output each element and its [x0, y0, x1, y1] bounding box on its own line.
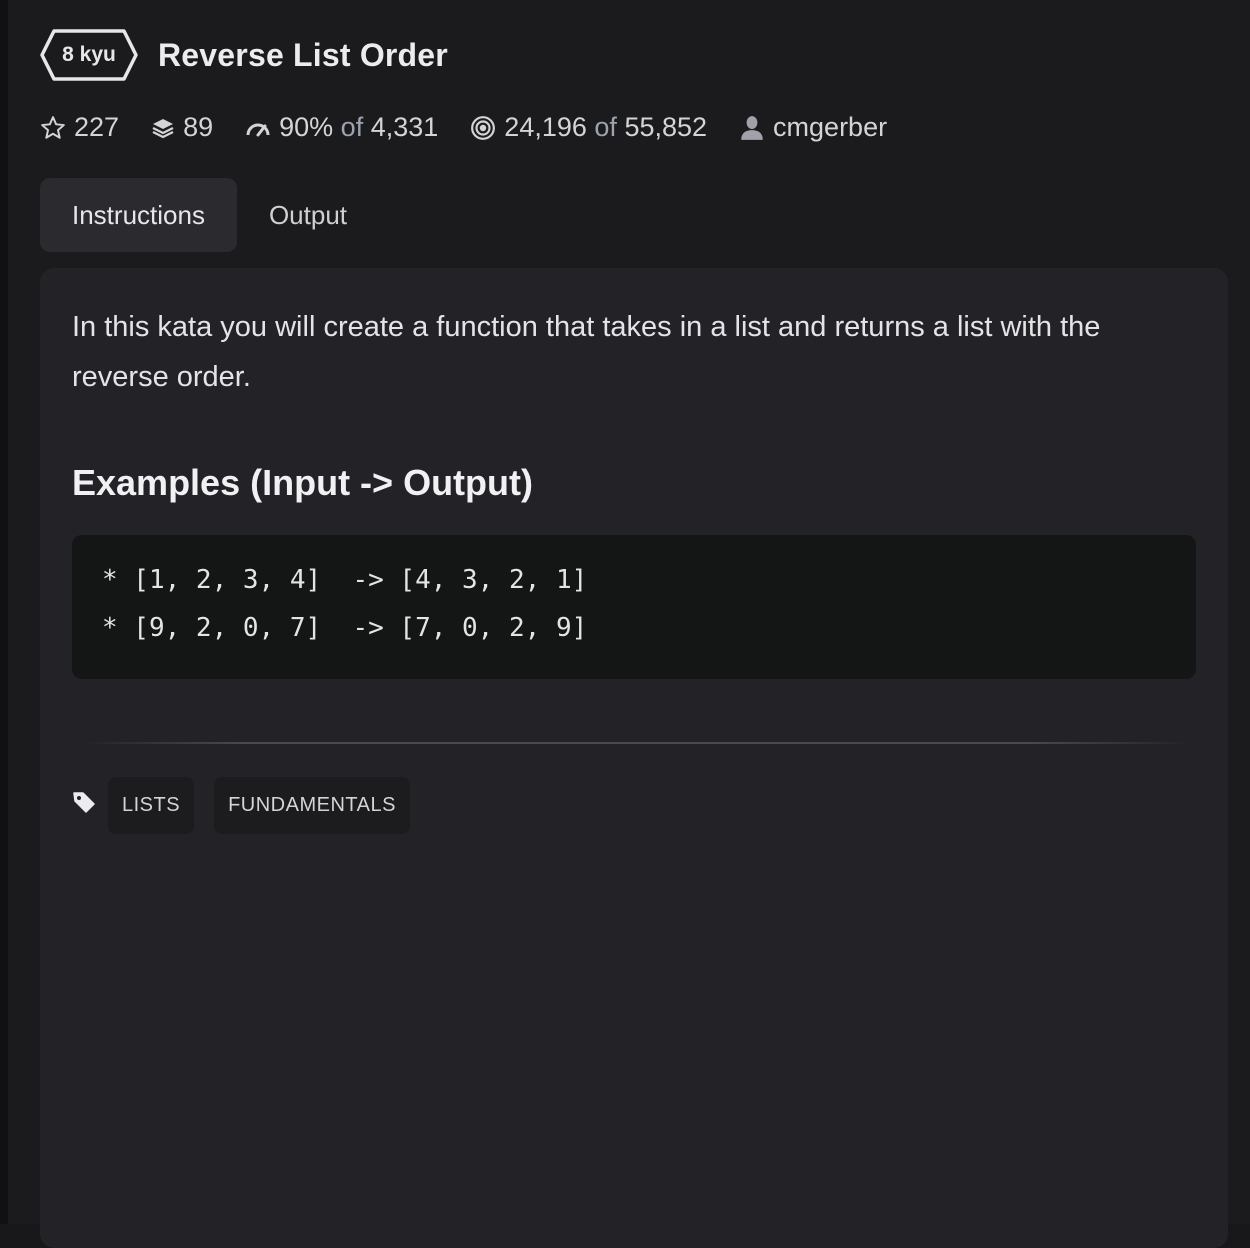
attempted-count: 55,852: [624, 112, 708, 142]
kata-title: Reverse List Order: [158, 36, 448, 73]
tag-list: LISTS FUNDAMENTALS: [72, 777, 430, 834]
user-icon: [741, 115, 763, 140]
collections-stat[interactable]: 89: [151, 112, 213, 143]
stars-count: 227: [74, 112, 120, 142]
layers-icon: [152, 118, 174, 138]
divider: [82, 742, 1192, 744]
code-line: * [9, 2, 0, 7] -> [7, 0, 2, 9]: [102, 613, 588, 643]
rank-badge: 8 kyu: [40, 28, 138, 82]
examples-heading: Examples (Input -> Output): [72, 462, 534, 503]
instructions-panel: In this kata you will create a function …: [40, 268, 1228, 1248]
code-line: * [1, 2, 3, 4] -> [4, 3, 2, 1]: [102, 565, 588, 595]
satisfaction-percent: 90%: [279, 112, 334, 142]
satisfaction-stat: 90% of 4,331: [245, 112, 438, 143]
rank-label: 8 kyu: [62, 43, 116, 66]
satisfaction-of: of: [340, 112, 364, 142]
completed-count: 24,196: [504, 112, 587, 142]
tab-bar: Instructions Output: [40, 178, 379, 252]
author-name[interactable]: cmgerber: [773, 112, 887, 143]
completions-stat: 24,196 of 55,852: [470, 112, 707, 143]
tag-icon: [73, 791, 95, 813]
stars-stat[interactable]: 227: [40, 112, 119, 143]
author-stat[interactable]: cmgerber: [739, 112, 887, 143]
code-block: * [1, 2, 3, 4] -> [4, 3, 2, 1] * [9, 2, …: [72, 535, 1196, 679]
completed-of: of: [594, 112, 617, 142]
tag-fundamentals[interactable]: FUNDAMENTALS: [214, 777, 410, 834]
kata-header: 8 kyu Reverse List Order: [40, 28, 448, 82]
collections-count: 89: [183, 112, 214, 142]
gauge-icon: [246, 123, 270, 136]
tag-lists[interactable]: LISTS: [108, 777, 195, 834]
target-icon: [471, 115, 496, 140]
star-icon: [41, 115, 65, 139]
left-edge-strip: [0, 0, 8, 1224]
kata-stats: 227 89 90% of 4,331 24,196 of 55,852 cmg…: [40, 112, 919, 143]
tab-instructions[interactable]: Instructions: [40, 178, 237, 252]
kata-page: 8 kyu Reverse List Order 227 89 90% of 4…: [8, 0, 1250, 1248]
kata-description: In this kata you will create a function …: [72, 311, 1101, 393]
tab-output[interactable]: Output: [237, 178, 379, 252]
satisfaction-votes: 4,331: [370, 112, 439, 142]
